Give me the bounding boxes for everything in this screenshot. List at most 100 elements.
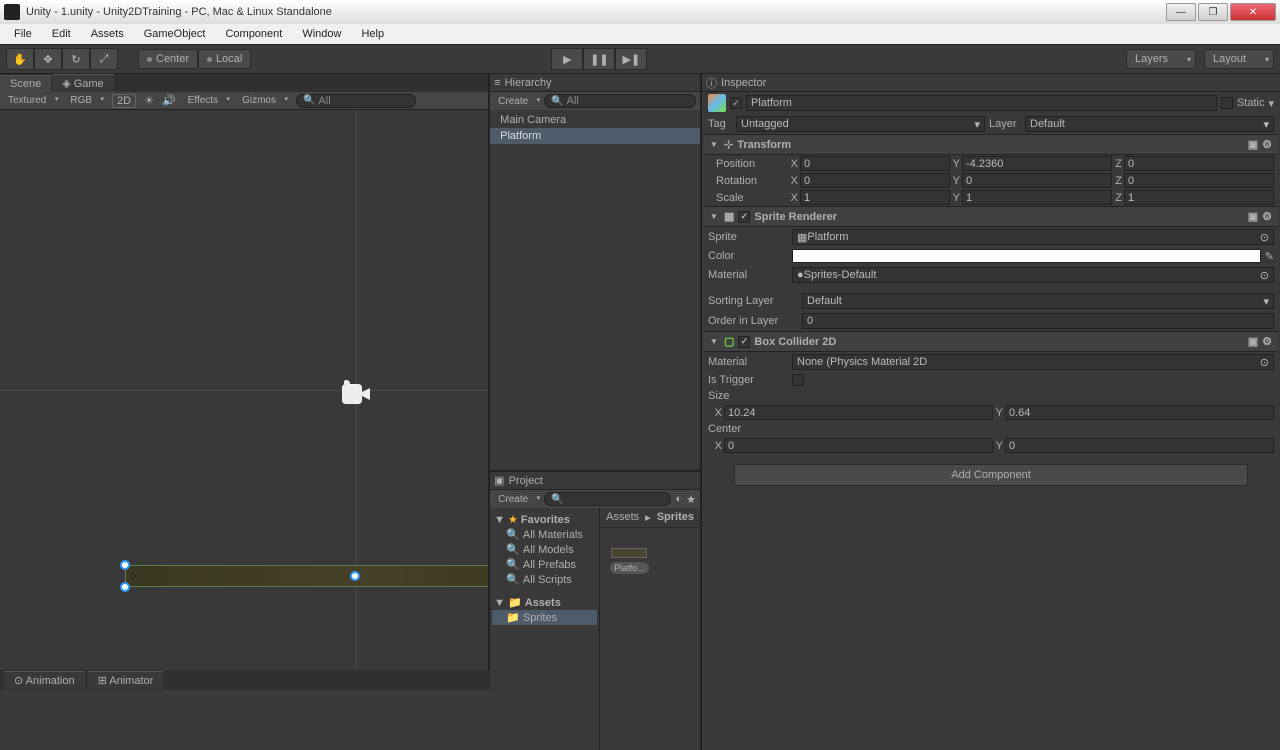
tab-scene[interactable]: Scene	[0, 75, 51, 92]
project-search[interactable]: 🔍	[544, 492, 671, 506]
tag-dropdown[interactable]: Untagged▾	[736, 116, 985, 132]
hierarchy-search[interactable]: 🔍All	[544, 94, 696, 108]
step-button[interactable]: ▶❚	[615, 48, 647, 70]
help-icon[interactable]: ▣	[1248, 335, 1258, 348]
platform-sprite[interactable]	[125, 565, 488, 587]
fav-materials[interactable]: 🔍All Materials	[492, 527, 597, 542]
bottom-tabs: ⊙ Animation ⊞ Animator	[0, 670, 490, 690]
scale-tool[interactable]: ⤢	[90, 48, 118, 70]
maximize-button[interactable]: ❐	[1198, 3, 1228, 21]
camera-gizmo-icon[interactable]	[338, 380, 374, 408]
help-icon[interactable]: ▣	[1248, 210, 1258, 223]
layer-dropdown[interactable]: Default▾	[1025, 116, 1274, 132]
size-y[interactable]	[1005, 405, 1274, 420]
fav-models[interactable]: 🔍All Models	[492, 542, 597, 557]
render-dropdown[interactable]: RGB	[66, 95, 104, 106]
box-collider-header[interactable]: ▼▢ ✓ Box Collider 2D ▣⚙	[704, 331, 1278, 352]
sprite-field[interactable]: ▦Platform⊙	[792, 229, 1274, 245]
gear-icon[interactable]: ⚙	[1262, 210, 1272, 223]
pivot-toggle[interactable]: Center	[138, 49, 198, 69]
gear-icon[interactable]: ⚙	[1262, 138, 1272, 151]
assets-folder[interactable]: ▼📁Assets	[492, 595, 597, 610]
pause-button[interactable]: ❚❚	[583, 48, 615, 70]
add-component-button[interactable]: Add Component	[734, 464, 1248, 486]
object-name-field[interactable]: Platform	[746, 95, 1217, 111]
gizmos-dropdown[interactable]: Gizmos	[238, 95, 288, 106]
tab-animation[interactable]: ⊙ Animation	[4, 671, 85, 689]
light-icon[interactable]: ☀	[144, 94, 154, 107]
menu-file[interactable]: File	[6, 26, 40, 42]
favorites-folder[interactable]: ▼★Favorites	[492, 512, 597, 527]
tab-animator[interactable]: ⊞ Animator	[88, 671, 164, 689]
breadcrumb-assets[interactable]: Assets	[606, 511, 639, 524]
breadcrumb-sprites[interactable]: Sprites	[657, 511, 694, 524]
rot-z[interactable]	[1124, 173, 1274, 188]
shading-dropdown[interactable]: Textured	[4, 95, 58, 106]
project-create[interactable]: Create	[494, 494, 540, 505]
project-item-platform[interactable]: Platfo...	[610, 548, 649, 574]
static-dropdown-icon[interactable]: ▾	[1268, 97, 1274, 110]
filter-icon[interactable]: ◐	[675, 493, 682, 505]
menu-window[interactable]: Window	[294, 26, 349, 42]
menu-help[interactable]: Help	[353, 26, 392, 42]
sorting-dropdown[interactable]: Default▾	[802, 293, 1274, 309]
hand-tool[interactable]: ✋	[6, 48, 34, 70]
order-field[interactable]	[802, 313, 1274, 329]
rotate-tool[interactable]: ↻	[62, 48, 90, 70]
scale-z[interactable]	[1124, 190, 1274, 205]
menu-edit[interactable]: Edit	[44, 26, 79, 42]
eyedropper-icon[interactable]: ✎	[1265, 250, 1274, 263]
material-field[interactable]: ●Sprites-Default⊙	[792, 267, 1274, 283]
sprite-renderer-enabled[interactable]: ✓	[738, 211, 750, 223]
hierarchy-item-camera[interactable]: Main Camera	[490, 112, 700, 128]
play-button[interactable]: ▶	[551, 48, 583, 70]
scale-y[interactable]	[962, 190, 1112, 205]
handle-bl[interactable]	[120, 582, 130, 592]
sprite-renderer-header[interactable]: ▼▦ ✓ Sprite Renderer ▣⚙	[704, 206, 1278, 227]
material-label: Material	[708, 269, 788, 281]
rot-x[interactable]	[800, 173, 950, 188]
center-x[interactable]	[724, 438, 993, 453]
handle-tl[interactable]	[120, 560, 130, 570]
help-icon[interactable]: ▣	[1248, 138, 1258, 151]
hierarchy-create[interactable]: Create	[494, 96, 540, 107]
box-collider-enabled[interactable]: ✓	[738, 336, 750, 348]
center-y[interactable]	[1005, 438, 1274, 453]
handle-center[interactable]	[350, 571, 360, 581]
scene-viewport[interactable]	[0, 110, 488, 670]
scale-x[interactable]	[800, 190, 950, 205]
hierarchy-item-platform[interactable]: Platform	[490, 128, 700, 144]
tab-game[interactable]: ◈ Game	[52, 74, 113, 92]
fav-prefabs[interactable]: 🔍All Prefabs	[492, 557, 597, 572]
layout-dropdown[interactable]: Layout	[1204, 49, 1274, 69]
size-x[interactable]	[724, 405, 993, 420]
pos-z[interactable]	[1124, 156, 1274, 171]
star-icon[interactable]: ★	[686, 493, 696, 506]
fav-scripts[interactable]: 🔍All Scripts	[492, 572, 597, 587]
trigger-checkbox[interactable]	[792, 374, 804, 386]
menu-gameobject[interactable]: GameObject	[136, 26, 214, 42]
minimize-button[interactable]: —	[1166, 3, 1196, 21]
move-tool[interactable]: ✥	[34, 48, 62, 70]
pos-y[interactable]	[962, 156, 1112, 171]
bottom-panel	[0, 690, 490, 750]
transform-header[interactable]: ▼⊹ Transform ▣⚙	[704, 134, 1278, 155]
2d-toggle[interactable]: 2D	[112, 94, 136, 108]
active-checkbox[interactable]: ✓	[730, 97, 742, 109]
phys-material-field[interactable]: None (Physics Material 2D⊙	[792, 354, 1274, 370]
sprites-folder[interactable]: 📁Sprites	[492, 610, 597, 625]
effects-dropdown[interactable]: Effects	[184, 95, 230, 106]
color-field[interactable]	[792, 249, 1261, 263]
rot-y[interactable]	[962, 173, 1112, 188]
static-checkbox[interactable]	[1221, 97, 1233, 109]
hierarchy-title: Hierarchy	[505, 77, 552, 89]
close-button[interactable]: ✕	[1230, 3, 1276, 21]
layers-dropdown[interactable]: Layers	[1126, 49, 1196, 69]
menu-component[interactable]: Component	[217, 26, 290, 42]
audio-icon[interactable]: 🔊	[162, 94, 176, 107]
pos-x[interactable]	[800, 156, 950, 171]
gear-icon[interactable]: ⚙	[1262, 335, 1272, 348]
scene-search[interactable]: 🔍All	[296, 94, 416, 108]
menu-assets[interactable]: Assets	[83, 26, 132, 42]
handle-toggle[interactable]: Local	[198, 49, 251, 69]
